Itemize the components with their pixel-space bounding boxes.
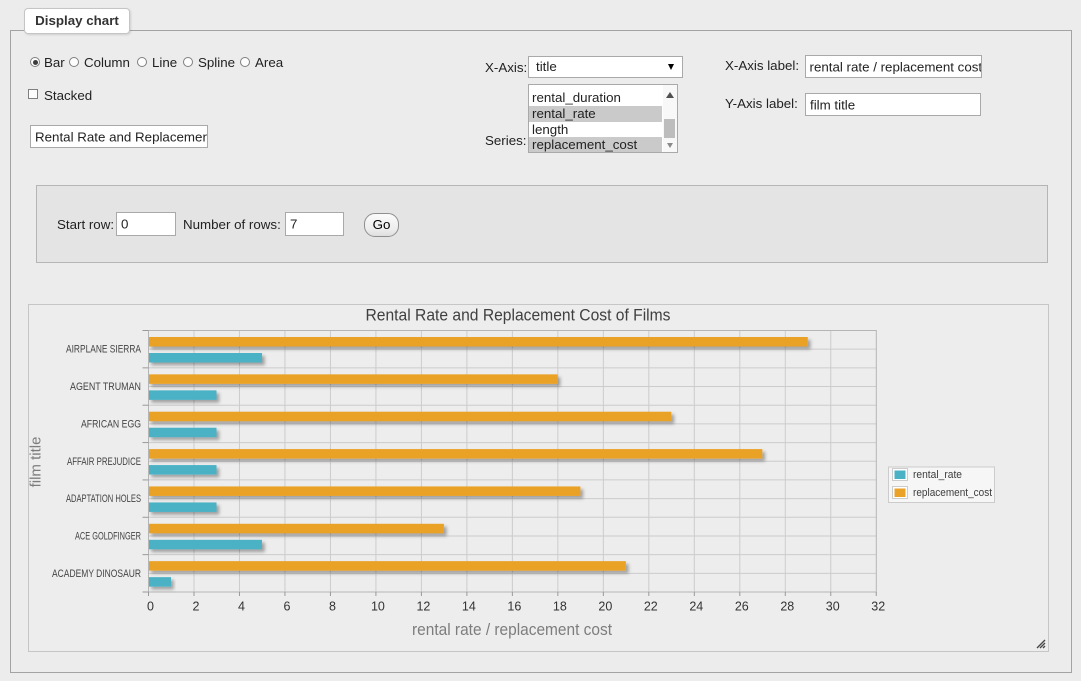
svg-text:AFFAIR PREJUDICE: AFFAIR PREJUDICE [67, 456, 141, 468]
svg-text:12: 12 [416, 599, 430, 613]
svg-text:4: 4 [238, 599, 245, 613]
svg-text:rental rate / replacement cost: rental rate / replacement cost [412, 621, 612, 639]
svg-text:20: 20 [598, 599, 612, 613]
svg-text:ACADEMY DINOSAUR: ACADEMY DINOSAUR [52, 568, 141, 580]
svg-text:32: 32 [871, 599, 885, 613]
svg-text:8: 8 [329, 599, 336, 613]
svg-text:14: 14 [462, 599, 476, 613]
svg-text:28: 28 [780, 599, 794, 613]
svg-text:AIRPLANE SIERRA: AIRPLANE SIERRA [66, 344, 142, 356]
svg-text:30: 30 [826, 599, 840, 613]
svg-text:0: 0 [147, 599, 154, 613]
svg-text:rental_rate: rental_rate [913, 469, 962, 481]
svg-text:16: 16 [507, 599, 521, 613]
svg-text:ACE GOLDFINGER: ACE GOLDFINGER [75, 530, 141, 542]
svg-text:2: 2 [193, 599, 200, 613]
svg-text:22: 22 [644, 599, 658, 613]
svg-text:film title: film title [29, 437, 45, 488]
svg-text:Rental Rate and Replacement Co: Rental Rate and Replacement Cost of Film… [366, 307, 671, 325]
svg-text:24: 24 [689, 599, 703, 613]
svg-text:18: 18 [553, 599, 567, 613]
svg-text:26: 26 [735, 599, 749, 613]
svg-text:replacement_cost: replacement_cost [913, 487, 992, 499]
svg-text:10: 10 [371, 599, 385, 613]
svg-text:AGENT TRUMAN: AGENT TRUMAN [70, 381, 141, 393]
svg-text:ADAPTATION HOLES: ADAPTATION HOLES [66, 493, 141, 505]
svg-text:6: 6 [283, 599, 290, 613]
svg-text:AFRICAN EGG: AFRICAN EGG [81, 418, 141, 430]
